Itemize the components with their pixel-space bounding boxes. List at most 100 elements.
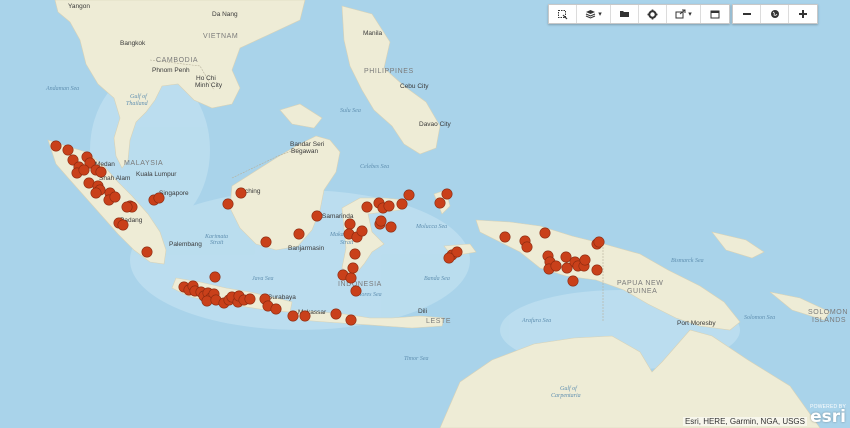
caret-down-icon: ▾ [688,11,692,18]
location-marker[interactable] [539,227,551,239]
folder-open-button[interactable] [611,5,639,23]
svg-text:Arafura Sea: Arafura Sea [521,317,551,324]
globe-button[interactable] [761,5,789,23]
svg-text:Bismarck Sea: Bismarck Sea [671,258,704,264]
svg-text:Begawan: Begawan [291,148,318,155]
location-marker[interactable] [441,188,453,200]
location-marker[interactable] [499,231,511,243]
location-marker[interactable] [293,228,305,240]
svg-text:Manila: Manila [363,30,383,37]
svg-text:Celebes Sea: Celebes Sea [360,164,389,170]
svg-text:Gulf of: Gulf of [130,93,148,100]
location-marker[interactable] [270,303,282,315]
location-marker[interactable] [434,197,446,209]
location-marker[interactable] [593,236,605,248]
location-marker[interactable] [443,252,455,264]
location-marker[interactable] [95,166,107,178]
esri-wordmark: esri [810,407,846,427]
svg-text:Cebu City: Cebu City [400,83,429,90]
location-marker[interactable] [299,310,311,322]
location-marker[interactable] [78,164,90,176]
svg-text:Thailand: Thailand [126,101,149,107]
svg-text:Strait: Strait [210,240,224,246]
svg-text:SOLOMON: SOLOMON [808,309,848,316]
zoom-in-icon [798,9,808,19]
zoom-toolbar [732,4,818,24]
svg-text:Molucca Sea: Molucca Sea [415,224,447,230]
map-canvas[interactable]: Yangon Da Nang Bangkok CAMBODIA Phnom Pe… [0,0,850,428]
svg-text:Gulf of: Gulf of [560,385,578,392]
map-attribution[interactable]: Esri, HERE, Garmin, NGA, USGS [682,417,807,426]
location-marker[interactable] [50,140,62,152]
location-marker[interactable] [349,248,361,260]
location-marker[interactable] [383,200,395,212]
svg-text:PAPUA NEW: PAPUA NEW [617,280,664,287]
zoom-out-icon [742,9,752,19]
location-marker[interactable] [375,215,387,227]
svg-text:Yangon: Yangon [68,3,90,10]
location-marker[interactable] [62,144,74,156]
svg-text:Port Moresby: Port Moresby [677,320,716,327]
location-marker[interactable] [121,201,133,213]
svg-text:LESTE: LESTE [426,318,451,325]
location-marker[interactable] [385,221,397,233]
location-marker[interactable] [579,254,591,266]
location-marker[interactable] [311,210,323,222]
location-marker[interactable] [109,191,121,203]
share-icon [675,9,686,19]
location-marker[interactable] [347,262,359,274]
svg-text:INDONESIA: INDONESIA [338,281,382,288]
location-marker[interactable] [330,308,342,320]
calendar-icon [710,9,720,19]
svg-text:Strait: Strait [340,240,354,246]
zoom-out-button[interactable] [733,5,761,23]
location-marker[interactable] [567,275,579,287]
map-toolbar: ▾ ▾ [548,4,730,24]
svg-text:Sulu Sea: Sulu Sea [340,108,361,114]
location-marker[interactable] [591,264,603,276]
location-marker[interactable] [345,314,357,326]
zoom-in-button[interactable] [789,5,817,23]
location-marker[interactable] [344,218,356,230]
location-marker[interactable] [403,189,415,201]
share-button[interactable]: ▾ [667,5,701,23]
gear-button[interactable] [639,5,667,23]
svg-text:MALAYSIA: MALAYSIA [124,160,163,167]
location-marker[interactable] [350,285,362,297]
location-marker[interactable] [141,246,153,258]
location-marker[interactable] [356,225,368,237]
location-marker[interactable] [117,219,129,231]
caret-down-icon: ▾ [598,11,602,18]
location-marker[interactable] [209,271,221,283]
svg-text:Kuala Lumpur: Kuala Lumpur [136,171,177,178]
location-marker[interactable] [90,187,102,199]
location-marker[interactable] [550,260,562,272]
location-marker[interactable] [396,198,408,210]
gear-icon [647,9,658,20]
calendar-button[interactable] [701,5,729,23]
svg-text:Dili: Dili [418,308,427,315]
location-marker[interactable] [244,293,256,305]
svg-text:CAMBODIA: CAMBODIA [156,57,198,64]
svg-text:Bangkok: Bangkok [120,40,146,47]
select-area-icon [557,9,568,20]
location-marker[interactable] [222,198,234,210]
svg-text:ISLANDS: ISLANDS [812,317,846,324]
location-marker[interactable] [235,187,247,199]
location-marker[interactable] [521,241,533,253]
svg-text:Solomon Sea: Solomon Sea [744,315,775,321]
location-marker[interactable] [153,192,165,204]
svg-text:Surabaya: Surabaya [268,294,296,301]
svg-text:Ho Chi: Ho Chi [196,75,216,82]
location-marker[interactable] [260,236,272,248]
location-marker[interactable] [560,251,572,263]
location-marker[interactable] [345,272,357,284]
svg-text:Palembang: Palembang [169,241,202,248]
layers-button[interactable]: ▾ [577,5,611,23]
esri-logo[interactable]: POWERED BY esri [810,404,846,426]
svg-text:Minh City: Minh City [195,82,223,89]
layers-icon [585,9,596,19]
location-marker[interactable] [287,310,299,322]
location-marker[interactable] [361,201,373,213]
select-area-button[interactable] [549,5,577,23]
